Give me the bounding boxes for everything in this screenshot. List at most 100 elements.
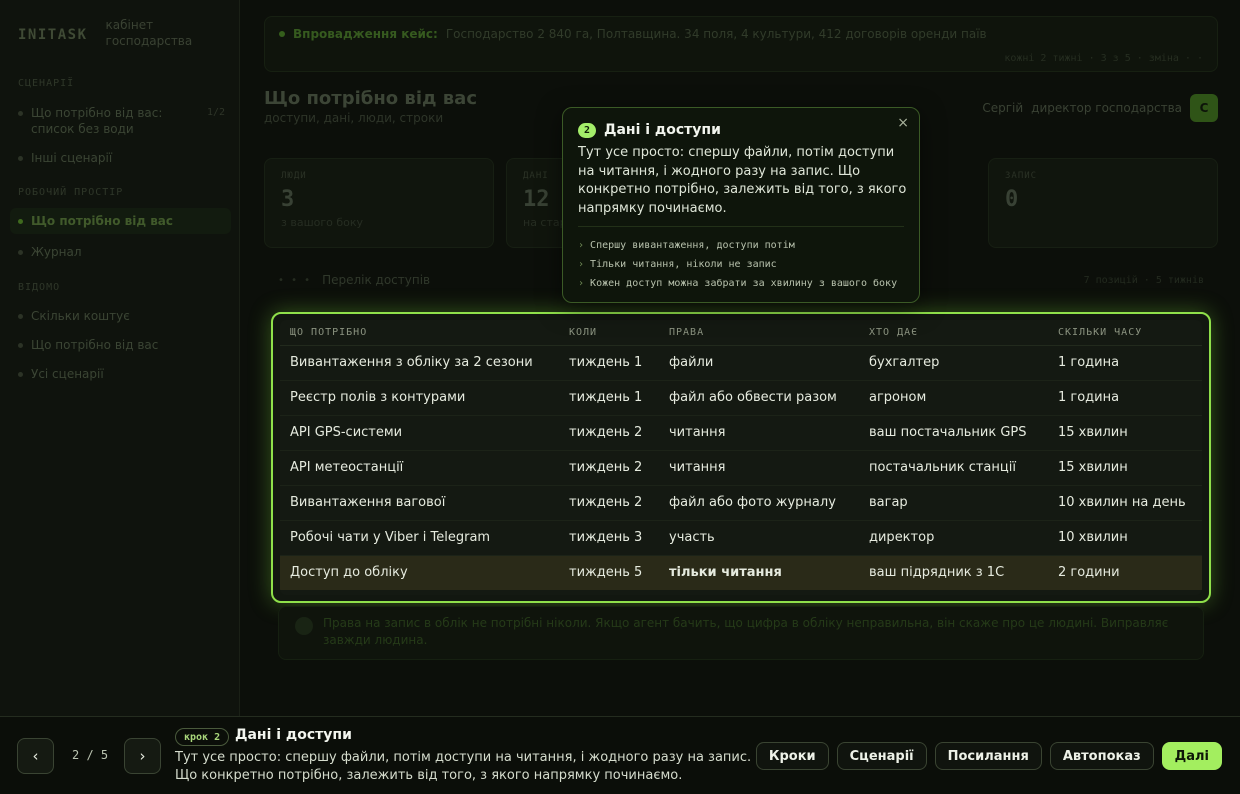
- stat-note: з вашого боку: [281, 216, 364, 229]
- column-header-what: ЩО ПОТРІБНО: [280, 320, 559, 346]
- avatar[interactable]: С: [1190, 94, 1218, 122]
- list-item: Тільки читання, ніколи не запис: [578, 255, 897, 274]
- popover-header: 2 Дані і доступи: [578, 122, 721, 138]
- stat-value: 0: [1005, 187, 1019, 212]
- table-cell: тиждень 2: [559, 450, 659, 486]
- bullet-icon: [18, 372, 23, 377]
- write-access-note: Права на запис в облік не потрібні нікол…: [278, 606, 1204, 660]
- table-row: Реєстр полів з контурами тиждень 1 файл …: [280, 380, 1202, 416]
- sidebar-item-requirements[interactable]: Що потрібно від вас: [10, 208, 231, 234]
- step-title: Дані і доступи: [235, 727, 352, 743]
- sidebar-item-label: Інші сценарії: [31, 151, 113, 165]
- bullet-icon: [18, 343, 23, 348]
- banner-main: Впровадження кейс: Господарство 2 840 га…: [279, 27, 987, 41]
- table-cell: 10 хвилин: [1048, 520, 1202, 556]
- step-number-badge: 2: [578, 122, 596, 138]
- sidebar-section-workspace: РОБОЧИЙ ПРОСТІР: [18, 187, 124, 198]
- close-icon[interactable]: ×: [897, 115, 909, 131]
- table-cell: 15 хвилин: [1048, 415, 1202, 451]
- user-name: Сергій: [982, 101, 1024, 115]
- table-cell: директор: [859, 520, 1048, 556]
- table-cell: Робочі чати у Viber і Telegram: [280, 520, 559, 556]
- table-cell: агроном: [859, 380, 1048, 416]
- table-row: Робочі чати у Viber і Telegram тиждень 3…: [280, 520, 1202, 556]
- user-menu[interactable]: Сергій директор господарства С: [982, 94, 1218, 122]
- column-header-rights: ПРАВА: [659, 320, 859, 346]
- info-icon: [295, 617, 313, 635]
- table-cell: тиждень 2: [559, 415, 659, 451]
- sidebar-item-requirements-2[interactable]: Що потрібно від вас: [18, 337, 225, 353]
- sidebar-item-label: Що потрібно від вас: [31, 338, 159, 352]
- scenarios-button[interactable]: Сценарії: [836, 742, 927, 770]
- prev-step-button[interactable]: ‹: [17, 738, 54, 774]
- page-subtitle: доступи, дані, люди, строки: [264, 111, 444, 125]
- step-pill: крок 2: [175, 728, 230, 746]
- chevron-left-icon: ‹: [32, 747, 39, 765]
- table-cell: Доступ до обліку: [280, 555, 559, 590]
- table-cell: 10 хвилин на день: [1048, 485, 1202, 521]
- stat-card-people: ЛЮДИ 3 з вашого боку: [264, 158, 494, 248]
- list-item: Кожен доступ можна забрати за хвилину з …: [578, 274, 897, 293]
- table-cell: Вивантаження з обліку за 2 сезони: [280, 345, 559, 381]
- table-cell: 2 години: [1048, 555, 1202, 590]
- chevron-right-icon: ›: [139, 747, 146, 765]
- table-row: Вивантаження з обліку за 2 сезони тижден…: [280, 345, 1202, 381]
- status-dot-icon: [279, 31, 285, 37]
- table-cell: файл або обвести разом: [659, 380, 859, 416]
- popover-bullets: Спершу вивантаження, доступи потім Тільк…: [578, 236, 897, 293]
- table-row: API GPS-системи тиждень 2 читання ваш по…: [280, 415, 1202, 451]
- table-cell: ваш постачальник GPS: [859, 415, 1048, 451]
- sidebar-item-label: Журнал: [31, 245, 82, 259]
- banner-text: Господарство 2 840 га, Полтавщина. 34 по…: [445, 27, 987, 41]
- bullet-icon: [18, 314, 23, 319]
- table-cell: ваш підрядник з 1С: [859, 555, 1048, 590]
- banner-label: Впровадження кейс:: [293, 27, 438, 41]
- page-title: Що потрібно від вас: [264, 88, 477, 109]
- tour-actions: Кроки Сценарії Посилання Автопоказ Далі: [755, 742, 1222, 770]
- table-row: API метеостанції тиждень 2 читання поста…: [280, 450, 1202, 486]
- table-cell: тиждень 5: [559, 555, 659, 590]
- tour-bottom-bar: ‹ 2 / 5 › крок 2 Дані і доступи Тут усе …: [0, 716, 1240, 794]
- link-button[interactable]: Посилання: [934, 742, 1042, 770]
- sidebar: INITASK кабінет господарства СЦЕНАРІЇ Що…: [0, 0, 240, 716]
- sidebar-item-all-scenarios[interactable]: Усі сценарії: [18, 366, 225, 382]
- column-header-who: ХТО ДАЄ: [859, 320, 1048, 346]
- table-row-highlighted: Доступ до обліку тиждень 5 тільки читанн…: [280, 555, 1202, 590]
- list-item: Спершу вивантаження, доступи потім: [578, 236, 897, 255]
- table-cell: тиждень 3: [559, 520, 659, 556]
- brand-subtitle: кабінет господарства: [105, 18, 193, 48]
- brand-logo[interactable]: INITASK: [18, 27, 88, 43]
- step-description: Тут усе просто: спершу файли, потім дост…: [175, 750, 752, 783]
- sidebar-item-journal[interactable]: Журнал: [18, 244, 225, 260]
- table-cell: бухгалтер: [859, 345, 1048, 381]
- table-cell: постачальник станції: [859, 450, 1048, 486]
- table-cell: тиждень 2: [559, 485, 659, 521]
- table-cell: 1 година: [1048, 380, 1202, 416]
- table-cell: вагар: [859, 485, 1048, 521]
- table-cell: файли: [659, 345, 859, 381]
- banner-meta: кожні 2 тижні · 3 з 5 · зміна · ·: [1004, 53, 1203, 64]
- sidebar-item-other-scenarios[interactable]: Інші сценарії: [18, 150, 225, 166]
- table-cell: тільки читання: [659, 555, 859, 590]
- table-cell: 1 година: [1048, 345, 1202, 381]
- popover-body: Тут усе просто: спершу файли, потім дост…: [578, 145, 907, 216]
- autoplay-button[interactable]: Автопоказ: [1049, 742, 1154, 770]
- next-button[interactable]: Далі: [1161, 742, 1222, 770]
- dots-icon: • • •: [278, 274, 313, 286]
- sidebar-item-cost[interactable]: Скільки коштує: [18, 308, 225, 324]
- table-cell: читання: [659, 450, 859, 486]
- sidebar-item-label: Скільки коштує: [31, 309, 130, 323]
- column-header-time: СКІЛЬКИ ЧАСУ: [1048, 320, 1202, 346]
- table-cell: API GPS-системи: [280, 415, 559, 451]
- table-cell: файл або фото журналу: [659, 485, 859, 521]
- table-cell: Реєстр полів з контурами: [280, 380, 559, 416]
- sidebar-item-requirements-list[interactable]: Що потрібно від вас: список без води 1/2: [18, 105, 225, 137]
- sidebar-item-label: Усі сценарії: [31, 367, 104, 381]
- next-step-button[interactable]: ›: [124, 738, 161, 774]
- steps-button[interactable]: Кроки: [755, 742, 829, 770]
- bullet-icon: [18, 156, 23, 161]
- case-banner: Впровадження кейс: Господарство 2 840 га…: [264, 16, 1218, 72]
- access-table-container: ЩО ПОТРІБНО КОЛИ ПРАВА ХТО ДАЄ СКІЛЬКИ Ч…: [280, 320, 1202, 595]
- sidebar-item-label: Що потрібно від вас: [31, 214, 173, 228]
- table-cell: API метеостанції: [280, 450, 559, 486]
